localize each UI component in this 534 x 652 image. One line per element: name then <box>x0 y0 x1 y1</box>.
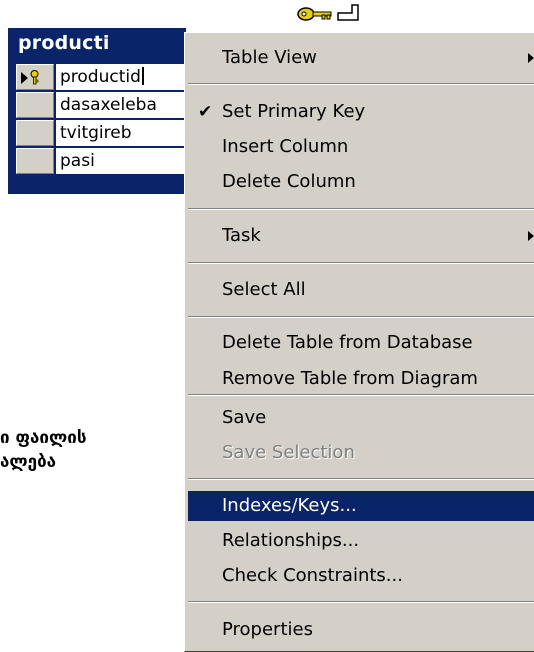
menu-item-delete-column[interactable]: Delete Column <box>188 167 534 197</box>
menu-item-label: Properties <box>222 619 313 640</box>
column-name[interactable]: pasi <box>56 148 196 174</box>
key-icon <box>30 70 39 85</box>
row-selector[interactable] <box>16 148 54 174</box>
menu-item-label: Delete Column <box>222 171 356 192</box>
row-pointer-icon <box>21 72 28 84</box>
menu-separator <box>188 83 534 85</box>
menu-item-label: Indexes/Keys... <box>222 495 357 516</box>
row-selector[interactable] <box>16 92 54 118</box>
side-text-line1: ი ფაილის <box>0 428 87 448</box>
menu-item-save-selection: Save Selection <box>188 438 534 468</box>
menu-item-label: Table View <box>222 47 317 68</box>
menu-item-label: Select All <box>222 279 306 300</box>
menu-item-properties[interactable]: Properties <box>188 615 534 645</box>
menu-separator <box>188 316 534 318</box>
key-icon <box>297 4 359 21</box>
side-text-line2: ალება <box>0 452 57 472</box>
menu-item-insert-column[interactable]: Insert Column <box>188 132 534 162</box>
text-caret <box>141 67 144 85</box>
column-name[interactable]: dasaxeleba <box>56 92 196 118</box>
menu-separator <box>188 394 534 396</box>
table-title[interactable]: producti <box>18 32 110 54</box>
menu-item-table-view[interactable]: Table View <box>188 43 534 73</box>
menu-item-label: Save <box>222 407 267 428</box>
column-row[interactable]: dasaxeleba <box>16 92 196 120</box>
menu-item-select-all[interactable]: Select All <box>188 275 534 305</box>
menu-separator <box>188 601 534 603</box>
menu-item-check-constraints[interactable]: Check Constraints... <box>188 561 534 591</box>
menu-item-label: Relationships... <box>222 530 360 551</box>
submenu-arrow-icon <box>528 53 534 63</box>
menu-item-label: Insert Column <box>222 136 349 157</box>
menu-item-delete-table-from-database[interactable]: Delete Table from Database <box>188 328 534 358</box>
menu-item-label: Check Constraints... <box>222 565 403 586</box>
row-selector[interactable] <box>16 120 54 146</box>
menu-item-task[interactable]: Task <box>188 221 534 251</box>
check-icon: ✔ <box>198 102 213 122</box>
column-name-cell[interactable]: productid <box>56 64 196 90</box>
menu-item-set-primary-key[interactable]: ✔ Set Primary Key <box>188 97 534 127</box>
menu-item-indexes-keys[interactable]: Indexes/Keys... <box>188 491 534 521</box>
column-name[interactable]: tvitgireb <box>56 120 196 146</box>
menu-item-relationships[interactable]: Relationships... <box>188 526 534 556</box>
column-row[interactable]: tvitgireb <box>16 120 196 148</box>
column-row[interactable]: pasi <box>16 148 196 176</box>
menu-item-label: Task <box>222 225 261 246</box>
column-list: productid dasaxeleba tvitgireb pasi <box>16 64 196 176</box>
menu-separator <box>188 262 534 264</box>
menu-item-save[interactable]: Save <box>188 403 534 433</box>
menu-item-remove-table-from-diagram[interactable]: Remove Table from Diagram <box>188 364 534 394</box>
menu-item-label: Set Primary Key <box>222 101 366 122</box>
row-selector[interactable] <box>16 64 54 90</box>
submenu-arrow-icon <box>528 231 534 241</box>
column-row[interactable]: productid <box>16 64 196 92</box>
menu-separator <box>188 478 534 480</box>
menu-separator <box>188 208 534 210</box>
column-name: productid <box>60 67 141 87</box>
menu-item-label: Remove Table from Diagram <box>222 368 478 389</box>
context-menu: Table View ✔ Set Primary Key Insert Colu… <box>184 32 534 652</box>
menu-item-label: Save Selection <box>222 442 355 463</box>
table-window-producti[interactable]: producti productid dasaxeleba tvitgireb … <box>8 28 196 194</box>
menu-item-label: Delete Table from Database <box>222 332 473 353</box>
